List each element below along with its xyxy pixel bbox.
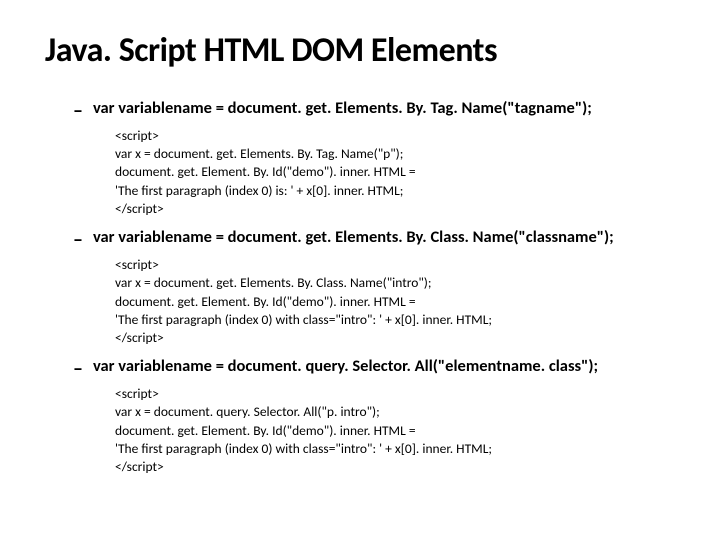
bullet-heading-1: var variablename = document. get. Elemen… (93, 99, 592, 119)
code-block-1: <script> var x = document. get. Elements… (115, 127, 675, 218)
bullet-dash: – (73, 228, 83, 252)
code-line: document. get. Element. By. Id("demo"). … (115, 293, 675, 311)
code-line: <script> (115, 256, 675, 274)
bullet-dash: – (73, 357, 83, 381)
bullet-item-3: – var variablename = document. query. Se… (73, 357, 675, 381)
bullet-dash: – (73, 99, 83, 123)
code-line: </script> (115, 200, 675, 218)
code-line: <script> (115, 385, 675, 403)
bullet-item-2: – var variablename = document. get. Elem… (73, 228, 675, 252)
code-block-3: <script> var x = document. query. Select… (115, 385, 675, 476)
bullet-heading-3: var variablename = document. query. Sele… (93, 357, 598, 377)
code-line: 'The first paragraph (index 0) with clas… (115, 311, 675, 329)
code-block-2: <script> var x = document. get. Elements… (115, 256, 675, 347)
code-line: var x = document. get. Elements. By. Tag… (115, 145, 675, 163)
code-line: document. get. Element. By. Id("demo"). … (115, 422, 675, 440)
code-line: <script> (115, 127, 675, 145)
slide-title: Java. Script HTML DOM Elements (45, 30, 675, 71)
code-line: </script> (115, 329, 675, 347)
bullet-item-1: – var variablename = document. get. Elem… (73, 99, 675, 123)
code-line: var x = document. query. Selector. All("… (115, 403, 675, 421)
bullet-heading-2: var variablename = document. get. Elemen… (93, 228, 614, 248)
code-line: 'The first paragraph (index 0) with clas… (115, 440, 675, 458)
code-line: document. get. Element. By. Id("demo"). … (115, 163, 675, 181)
code-line: 'The first paragraph (index 0) is: ' + x… (115, 182, 675, 200)
code-line: </script> (115, 458, 675, 476)
code-line: var x = document. get. Elements. By. Cla… (115, 274, 675, 292)
